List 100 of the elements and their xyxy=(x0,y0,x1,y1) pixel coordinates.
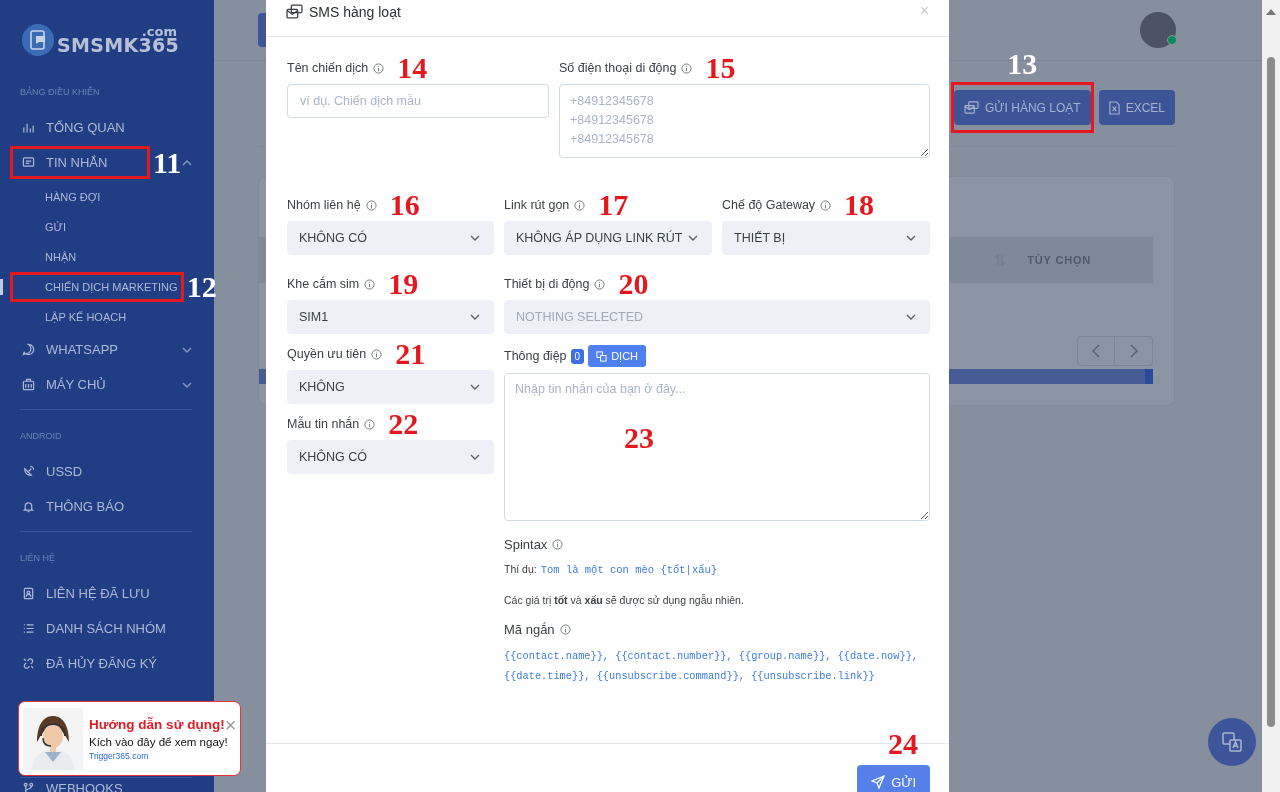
dialog-title: SMS hàng loạt xyxy=(309,4,401,20)
chevron-down-icon xyxy=(470,314,480,320)
info-icon xyxy=(364,418,376,430)
bell-icon xyxy=(22,500,35,513)
field-label: Thông điệp xyxy=(504,349,567,363)
select-field[interactable]: KHÔNG CÓ xyxy=(287,440,494,474)
avatar xyxy=(1140,12,1176,48)
chevron-down-icon xyxy=(470,235,480,241)
next-page-button[interactable] xyxy=(1115,336,1153,366)
sidebar-item[interactable]: TIN NHẮN xyxy=(10,146,150,179)
info-icon xyxy=(373,62,385,74)
annotation-number: 14 xyxy=(397,53,428,83)
section-heading: BẢNG ĐIỀU KHIỂN xyxy=(19,85,101,99)
sidebar-item[interactable]: DANH SÁCH NHÓM xyxy=(10,612,178,645)
logo-icon xyxy=(22,24,54,56)
broken-link-icon xyxy=(22,657,35,670)
message-icon xyxy=(22,156,35,169)
sidebar-item[interactable]: LIÊN HỆ ĐÃ LƯU xyxy=(10,577,162,610)
popup-title: Hướng dẫn sử dụng! xyxy=(89,717,225,732)
list-icon xyxy=(22,622,35,635)
field-label: Tên chiến dịch xyxy=(287,61,369,75)
spreadsheet-file-icon xyxy=(1108,100,1120,115)
field-label: Thiết bị di động xyxy=(504,277,590,291)
sidebar-item[interactable]: TỔNG QUAN xyxy=(10,111,137,144)
character-count: 0 xyxy=(570,348,585,364)
select-field[interactable]: KHÔNG ÁP DỤNG LINK RÚT xyxy=(504,221,712,255)
sidebar-subitem[interactable]: LẬP KẾ HOẠCH xyxy=(10,302,133,332)
annotation-number: 21 xyxy=(395,339,426,369)
example-label: Thí dụ: xyxy=(504,563,537,575)
annotation-number: 19 xyxy=(388,269,419,299)
close-button[interactable]: × xyxy=(224,716,237,733)
chevron-left-icon xyxy=(1092,344,1100,358)
action-button[interactable]: EXCEL xyxy=(1098,90,1175,125)
satellite-icon xyxy=(22,465,35,478)
info-icon xyxy=(594,278,606,290)
previous-page-button[interactable] xyxy=(1077,336,1115,366)
annotation-number: 16 xyxy=(389,190,420,220)
field-label: Quyền ưu tiên xyxy=(287,347,367,361)
sidebar-item[interactable]: THÔNG BÁO xyxy=(10,490,136,523)
chevron-down-icon xyxy=(906,235,916,241)
field-label: Khe cắm sim xyxy=(287,277,360,291)
server-icon xyxy=(22,378,35,391)
section-title: Mã ngắn xyxy=(504,621,555,637)
select-field[interactable]: KHÔNG CÓ xyxy=(287,221,494,255)
sidebar-subitem[interactable]: CHIẾN DỊCH MARKETING xyxy=(10,272,184,302)
chevron-down-icon xyxy=(470,454,480,460)
sidebar-item[interactable]: MÁY CHỦ xyxy=(10,368,118,401)
sidebar-subitem[interactable]: NHẬN xyxy=(10,242,83,272)
branch-icon xyxy=(22,781,35,792)
envelopes-icon xyxy=(286,4,303,19)
section-heading: ANDROID xyxy=(19,430,63,443)
chevron-right-icon xyxy=(1129,344,1138,358)
popup-link[interactable]: Trigger365.com xyxy=(89,750,236,761)
translate-button[interactable]: DỊCH xyxy=(588,345,646,367)
chevron-down-icon xyxy=(470,384,480,390)
translate-icon xyxy=(1221,731,1243,753)
info-icon xyxy=(681,62,693,74)
chevron-down-icon xyxy=(906,314,916,320)
scroll-up-icon xyxy=(1266,9,1276,15)
sidebar-subitem[interactable]: GỬI xyxy=(10,212,72,242)
field-label: Nhóm liên hệ xyxy=(287,198,361,212)
annotation-number: 15 xyxy=(705,53,736,83)
sidebar-item[interactable]: WHATSAPP xyxy=(10,333,130,366)
scrollbar-thumb[interactable] xyxy=(1267,57,1275,727)
sidebar-item[interactable]: USSD xyxy=(10,455,95,488)
field-label: Chế độ Gateway xyxy=(722,198,816,212)
sidebar-item[interactable]: ĐÃ HỦY ĐĂNG KÝ xyxy=(10,647,169,680)
spintax-note: Các giá trị tốt và xấu sẽ được sử dụng ngẫu nhiên. xyxy=(504,594,745,606)
info-icon xyxy=(365,199,377,211)
logo-suffix: .com xyxy=(141,25,177,38)
select-field[interactable]: KHÔNG xyxy=(287,370,494,404)
field-label: Link rút gọn xyxy=(504,198,570,212)
info-icon xyxy=(574,199,586,211)
annotation-number: 17 xyxy=(598,190,629,220)
action-button[interactable]: GỬI HÀNG LOẠT xyxy=(954,90,1091,125)
contact-card-icon xyxy=(22,587,35,600)
annotation-number: 12 xyxy=(186,272,217,302)
info-icon xyxy=(820,199,832,211)
phone-numbers-field[interactable]: +84912345678 +84912345678 +84912345678 xyxy=(559,84,930,158)
envelopes-icon xyxy=(964,101,980,114)
select-field[interactable]: SIM1 xyxy=(287,300,494,334)
field-label: Mẫu tin nhắn xyxy=(287,417,360,431)
chevron-down-icon xyxy=(688,235,699,241)
field-label: Số điện thoại di động xyxy=(559,61,677,75)
sidebar-subitem[interactable]: HÀNG ĐỢI xyxy=(10,182,107,212)
section-title: Spintax xyxy=(504,536,548,552)
annotation-number: 22 xyxy=(388,409,419,439)
translate-icon xyxy=(596,350,608,362)
bar-chart-icon xyxy=(22,121,35,134)
annotation-number: 18 xyxy=(844,190,875,220)
annotation-number: 20 xyxy=(618,269,649,299)
logo-text: SMSMK365 xyxy=(57,36,179,55)
info-icon xyxy=(364,278,376,290)
info-icon xyxy=(552,538,564,550)
popup-text: Kích vào đây để xem ngay! xyxy=(89,735,229,748)
info-icon xyxy=(559,623,571,635)
select-field[interactable]: THIẾT BỊ xyxy=(722,221,930,255)
annotation-number: 24 xyxy=(888,729,918,759)
sidebar-item[interactable]: WEBHOOKS xyxy=(10,778,135,792)
text-field[interactable]: ví dụ. Chiến dịch mẫu xyxy=(287,84,549,118)
